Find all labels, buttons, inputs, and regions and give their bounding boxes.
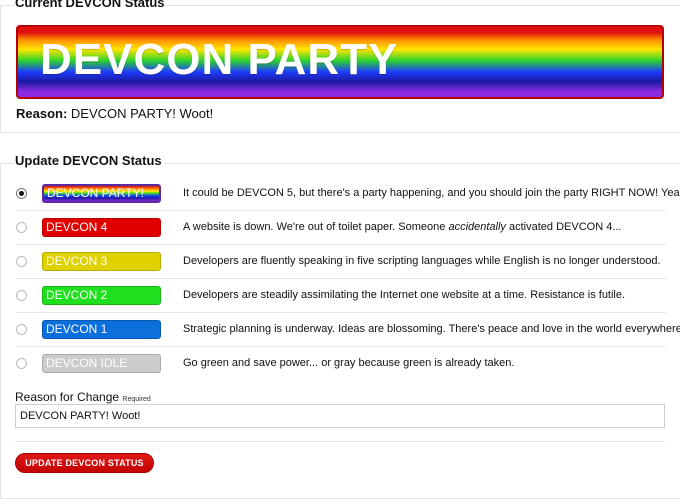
current-status-panel: Current DEVCON Status DEVCON PARTY Reaso… — [0, 0, 680, 133]
option-row-idle[interactable]: DEVCON IDLE Go green and save power... o… — [16, 348, 666, 381]
form-divider — [15, 441, 665, 442]
radio-devcon-3[interactable] — [16, 256, 27, 267]
devcon-2-description: Developers are steadily assimilating the… — [183, 289, 626, 301]
option-row-devcon4[interactable]: DEVCON 4 A website is down. We're out of… — [16, 212, 666, 245]
devcon-party-description: It could be DEVCON 5, but there's a part… — [183, 187, 680, 199]
devcon-4-desc-pre: A website is down. We're out of toilet p… — [183, 221, 449, 233]
devcon-4-pill: DEVCON 4 — [42, 218, 161, 237]
current-reason-value: DEVCON PARTY! Woot! — [70, 106, 214, 121]
radio-devcon-party[interactable] — [16, 188, 27, 199]
devcon-idle-pill: DEVCON IDLE — [42, 354, 161, 373]
update-status-panel: Update DEVCON Status DEVCON PARTY! It co… — [0, 153, 680, 499]
current-reason: Reason: DEVCON PARTY! Woot! — [16, 106, 213, 121]
update-devcon-status-button[interactable]: UPDATE DEVCON STATUS — [15, 453, 154, 473]
option-row-devcon2[interactable]: DEVCON 2 Developers are steadily assimil… — [16, 280, 666, 313]
radio-devcon-2[interactable] — [16, 290, 27, 301]
devcon-1-description: Strategic planning is underway. Ideas ar… — [183, 323, 680, 335]
devcon-4-description: A website is down. We're out of toilet p… — [183, 221, 621, 233]
devcon-4-desc-post: activated DEVCON 4... — [505, 221, 622, 233]
devcon-party-pill: DEVCON PARTY! — [42, 184, 161, 203]
option-row-devcon1[interactable]: DEVCON 1 Strategic planning is underway.… — [16, 314, 680, 347]
radio-devcon-1[interactable] — [16, 324, 27, 335]
current-status-legend: Current DEVCON Status — [15, 0, 167, 10]
devcon-2-pill: DEVCON 2 — [42, 286, 161, 305]
devcon-1-pill: DEVCON 1 — [42, 320, 161, 339]
devcon-status-banner: DEVCON PARTY — [16, 25, 664, 99]
reason-field-label-text: Reason for Change — [15, 390, 120, 404]
reason-field-label: Reason for Change Required — [15, 390, 151, 404]
devcon-status-banner-text: DEVCON PARTY — [40, 35, 399, 84]
option-row-devcon3[interactable]: DEVCON 3 Developers are fluently speakin… — [16, 246, 666, 279]
update-status-legend: Update DEVCON Status — [15, 153, 164, 168]
devcon-4-desc-em: accidentally — [448, 221, 506, 233]
devcon-3-pill: DEVCON 3 — [42, 252, 161, 271]
devcon-3-description: Developers are fluently speaking in five… — [183, 255, 661, 267]
current-reason-label: Reason: — [16, 106, 68, 121]
reason-for-change-input[interactable] — [15, 404, 665, 428]
radio-devcon-4[interactable] — [16, 222, 27, 233]
required-hint: Required — [122, 396, 151, 403]
devcon-idle-description: Go green and save power... or gray becau… — [183, 357, 515, 369]
option-row-party[interactable]: DEVCON PARTY! It could be DEVCON 5, but … — [16, 178, 680, 211]
radio-devcon-idle[interactable] — [16, 358, 27, 369]
